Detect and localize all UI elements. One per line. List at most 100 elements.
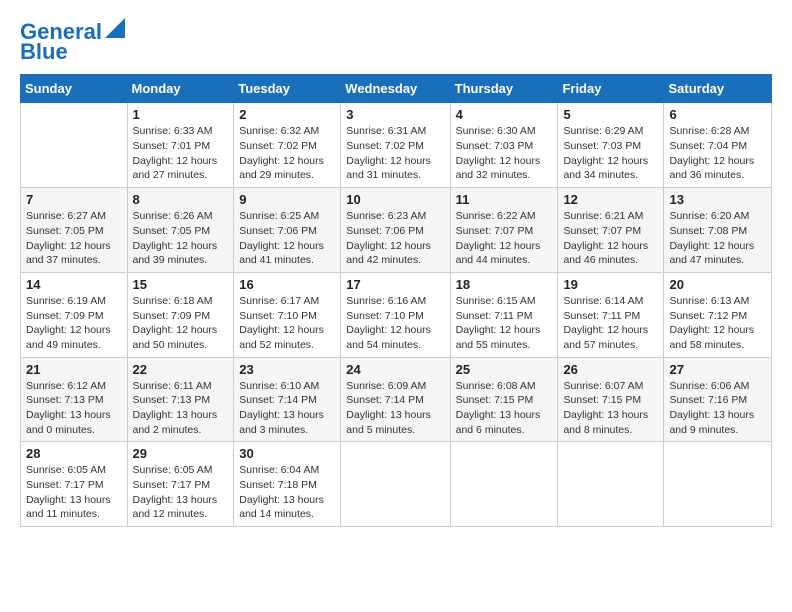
day-number: 25	[456, 362, 553, 377]
calendar-cell: 25 Sunrise: 6:08 AMSunset: 7:15 PMDaylig…	[450, 357, 558, 442]
day-number: 19	[563, 277, 658, 292]
calendar-cell: 3 Sunrise: 6:31 AMSunset: 7:02 PMDayligh…	[341, 103, 450, 188]
calendar-cell	[664, 442, 772, 527]
day-info: Sunrise: 6:04 AMSunset: 7:18 PMDaylight:…	[239, 463, 335, 522]
day-number: 3	[346, 107, 444, 122]
calendar-cell: 10 Sunrise: 6:23 AMSunset: 7:06 PMDaylig…	[341, 188, 450, 273]
day-info: Sunrise: 6:21 AMSunset: 7:07 PMDaylight:…	[563, 209, 658, 268]
weekday-header: Wednesday	[341, 75, 450, 103]
day-number: 6	[669, 107, 766, 122]
calendar-cell: 18 Sunrise: 6:15 AMSunset: 7:11 PMDaylig…	[450, 272, 558, 357]
calendar-cell: 13 Sunrise: 6:20 AMSunset: 7:08 PMDaylig…	[664, 188, 772, 273]
calendar-cell: 6 Sunrise: 6:28 AMSunset: 7:04 PMDayligh…	[664, 103, 772, 188]
day-number: 24	[346, 362, 444, 377]
day-info: Sunrise: 6:32 AMSunset: 7:02 PMDaylight:…	[239, 124, 335, 183]
logo-bird-icon	[105, 18, 125, 38]
weekday-header: Thursday	[450, 75, 558, 103]
calendar-cell	[558, 442, 664, 527]
day-info: Sunrise: 6:11 AMSunset: 7:13 PMDaylight:…	[133, 379, 229, 438]
day-number: 17	[346, 277, 444, 292]
calendar-cell: 14 Sunrise: 6:19 AMSunset: 7:09 PMDaylig…	[21, 272, 128, 357]
logo-text-line2: Blue	[20, 40, 68, 64]
calendar-cell: 21 Sunrise: 6:12 AMSunset: 7:13 PMDaylig…	[21, 357, 128, 442]
calendar-week-row: 21 Sunrise: 6:12 AMSunset: 7:13 PMDaylig…	[21, 357, 772, 442]
calendar-cell: 28 Sunrise: 6:05 AMSunset: 7:17 PMDaylig…	[21, 442, 128, 527]
calendar-week-row: 1 Sunrise: 6:33 AMSunset: 7:01 PMDayligh…	[21, 103, 772, 188]
calendar-week-row: 28 Sunrise: 6:05 AMSunset: 7:17 PMDaylig…	[21, 442, 772, 527]
day-number: 15	[133, 277, 229, 292]
day-number: 8	[133, 192, 229, 207]
day-info: Sunrise: 6:31 AMSunset: 7:02 PMDaylight:…	[346, 124, 444, 183]
day-info: Sunrise: 6:14 AMSunset: 7:11 PMDaylight:…	[563, 294, 658, 353]
day-info: Sunrise: 6:15 AMSunset: 7:11 PMDaylight:…	[456, 294, 553, 353]
day-info: Sunrise: 6:19 AMSunset: 7:09 PMDaylight:…	[26, 294, 122, 353]
weekday-header: Tuesday	[234, 75, 341, 103]
day-number: 7	[26, 192, 122, 207]
day-number: 2	[239, 107, 335, 122]
calendar-cell: 8 Sunrise: 6:26 AMSunset: 7:05 PMDayligh…	[127, 188, 234, 273]
calendar-week-row: 7 Sunrise: 6:27 AMSunset: 7:05 PMDayligh…	[21, 188, 772, 273]
page-header: General Blue	[20, 20, 772, 64]
day-number: 1	[133, 107, 229, 122]
day-info: Sunrise: 6:28 AMSunset: 7:04 PMDaylight:…	[669, 124, 766, 183]
calendar-cell: 22 Sunrise: 6:11 AMSunset: 7:13 PMDaylig…	[127, 357, 234, 442]
day-info: Sunrise: 6:13 AMSunset: 7:12 PMDaylight:…	[669, 294, 766, 353]
day-number: 16	[239, 277, 335, 292]
day-number: 23	[239, 362, 335, 377]
calendar-table: SundayMondayTuesdayWednesdayThursdayFrid…	[20, 74, 772, 527]
calendar-cell: 5 Sunrise: 6:29 AMSunset: 7:03 PMDayligh…	[558, 103, 664, 188]
day-info: Sunrise: 6:09 AMSunset: 7:14 PMDaylight:…	[346, 379, 444, 438]
calendar-cell: 20 Sunrise: 6:13 AMSunset: 7:12 PMDaylig…	[664, 272, 772, 357]
day-info: Sunrise: 6:10 AMSunset: 7:14 PMDaylight:…	[239, 379, 335, 438]
day-number: 22	[133, 362, 229, 377]
calendar-cell: 7 Sunrise: 6:27 AMSunset: 7:05 PMDayligh…	[21, 188, 128, 273]
calendar-cell	[341, 442, 450, 527]
weekday-header: Sunday	[21, 75, 128, 103]
day-info: Sunrise: 6:30 AMSunset: 7:03 PMDaylight:…	[456, 124, 553, 183]
day-number: 20	[669, 277, 766, 292]
calendar-cell: 16 Sunrise: 6:17 AMSunset: 7:10 PMDaylig…	[234, 272, 341, 357]
day-number: 14	[26, 277, 122, 292]
calendar-cell: 24 Sunrise: 6:09 AMSunset: 7:14 PMDaylig…	[341, 357, 450, 442]
day-info: Sunrise: 6:05 AMSunset: 7:17 PMDaylight:…	[133, 463, 229, 522]
day-info: Sunrise: 6:07 AMSunset: 7:15 PMDaylight:…	[563, 379, 658, 438]
logo: General Blue	[20, 20, 125, 64]
calendar-cell: 2 Sunrise: 6:32 AMSunset: 7:02 PMDayligh…	[234, 103, 341, 188]
day-number: 9	[239, 192, 335, 207]
day-number: 5	[563, 107, 658, 122]
calendar-cell: 23 Sunrise: 6:10 AMSunset: 7:14 PMDaylig…	[234, 357, 341, 442]
day-info: Sunrise: 6:22 AMSunset: 7:07 PMDaylight:…	[456, 209, 553, 268]
day-number: 29	[133, 446, 229, 461]
calendar-cell: 19 Sunrise: 6:14 AMSunset: 7:11 PMDaylig…	[558, 272, 664, 357]
calendar-cell: 4 Sunrise: 6:30 AMSunset: 7:03 PMDayligh…	[450, 103, 558, 188]
calendar-cell: 9 Sunrise: 6:25 AMSunset: 7:06 PMDayligh…	[234, 188, 341, 273]
day-info: Sunrise: 6:27 AMSunset: 7:05 PMDaylight:…	[26, 209, 122, 268]
day-number: 28	[26, 446, 122, 461]
day-number: 10	[346, 192, 444, 207]
calendar-cell: 11 Sunrise: 6:22 AMSunset: 7:07 PMDaylig…	[450, 188, 558, 273]
calendar-cell	[450, 442, 558, 527]
calendar-week-row: 14 Sunrise: 6:19 AMSunset: 7:09 PMDaylig…	[21, 272, 772, 357]
day-info: Sunrise: 6:18 AMSunset: 7:09 PMDaylight:…	[133, 294, 229, 353]
calendar-cell: 15 Sunrise: 6:18 AMSunset: 7:09 PMDaylig…	[127, 272, 234, 357]
calendar-cell: 17 Sunrise: 6:16 AMSunset: 7:10 PMDaylig…	[341, 272, 450, 357]
day-info: Sunrise: 6:08 AMSunset: 7:15 PMDaylight:…	[456, 379, 553, 438]
calendar-cell: 29 Sunrise: 6:05 AMSunset: 7:17 PMDaylig…	[127, 442, 234, 527]
calendar-cell: 26 Sunrise: 6:07 AMSunset: 7:15 PMDaylig…	[558, 357, 664, 442]
day-info: Sunrise: 6:29 AMSunset: 7:03 PMDaylight:…	[563, 124, 658, 183]
calendar-header-row: SundayMondayTuesdayWednesdayThursdayFrid…	[21, 75, 772, 103]
day-info: Sunrise: 6:23 AMSunset: 7:06 PMDaylight:…	[346, 209, 444, 268]
day-info: Sunrise: 6:20 AMSunset: 7:08 PMDaylight:…	[669, 209, 766, 268]
day-number: 30	[239, 446, 335, 461]
weekday-header: Monday	[127, 75, 234, 103]
day-number: 27	[669, 362, 766, 377]
day-info: Sunrise: 6:17 AMSunset: 7:10 PMDaylight:…	[239, 294, 335, 353]
day-info: Sunrise: 6:25 AMSunset: 7:06 PMDaylight:…	[239, 209, 335, 268]
day-info: Sunrise: 6:06 AMSunset: 7:16 PMDaylight:…	[669, 379, 766, 438]
day-number: 11	[456, 192, 553, 207]
day-number: 26	[563, 362, 658, 377]
day-info: Sunrise: 6:16 AMSunset: 7:10 PMDaylight:…	[346, 294, 444, 353]
day-number: 13	[669, 192, 766, 207]
day-info: Sunrise: 6:12 AMSunset: 7:13 PMDaylight:…	[26, 379, 122, 438]
weekday-header: Friday	[558, 75, 664, 103]
